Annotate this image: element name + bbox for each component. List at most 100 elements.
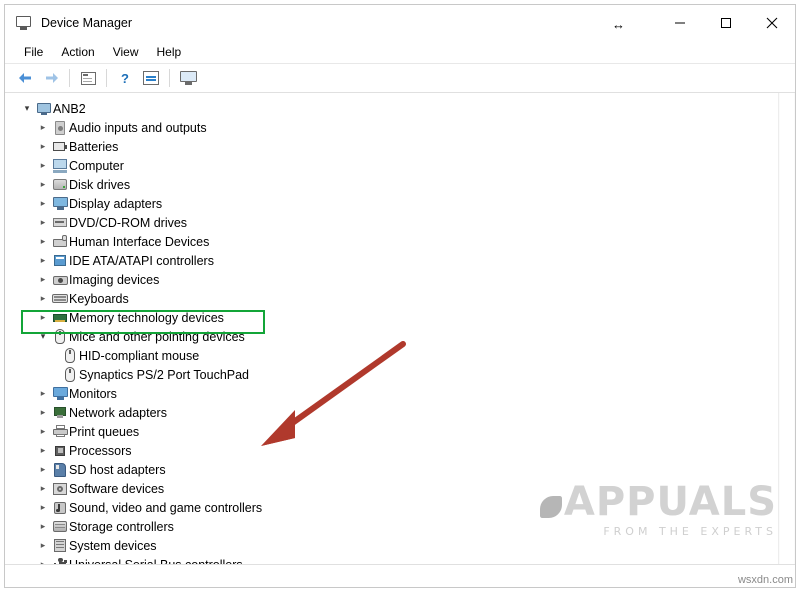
chevron-right-icon[interactable]: ▸ — [35, 218, 51, 227]
tree-node-network-adapters[interactable]: ▸ Network adapters — [19, 403, 795, 422]
tree-node-label: Software devices — [69, 482, 164, 496]
chevron-right-icon[interactable]: ▸ — [35, 560, 51, 564]
toolbar-separator — [69, 69, 70, 87]
toolbar: ? — [5, 63, 795, 93]
tree-node-universal-serial-bus-controllers[interactable]: ▸ Universal Serial Bus controllers — [19, 555, 795, 564]
properties-button[interactable] — [76, 67, 100, 89]
tree-node-label: Sound, video and game controllers — [69, 501, 262, 515]
disk-drive-icon — [51, 178, 69, 191]
tree-node-label: Memory technology devices — [69, 311, 224, 325]
chevron-right-icon[interactable]: ▸ — [35, 256, 51, 265]
chevron-right-icon[interactable]: ▸ — [35, 427, 51, 436]
chevron-right-icon[interactable]: ▸ — [35, 123, 51, 132]
tree-node-storage-controllers[interactable]: ▸ Storage controllers — [19, 517, 795, 536]
tree-node-root[interactable]: ▾ ANB2 — [19, 99, 795, 118]
device-tree-pane[interactable]: ▾ ANB2 ▸ Audio inputs and outputs ▸ Batt… — [5, 93, 795, 564]
close-button[interactable] — [749, 5, 795, 41]
back-button[interactable] — [13, 67, 37, 89]
maximize-button[interactable] — [703, 5, 749, 41]
tree-node-disk-drives[interactable]: ▸ Disk drives — [19, 175, 795, 194]
tree-node-label: Audio inputs and outputs — [69, 121, 207, 135]
forward-button[interactable] — [39, 67, 63, 89]
tree-node-hid-compliant-mouse[interactable]: HID-compliant mouse — [19, 346, 795, 365]
status-bar — [5, 564, 795, 587]
tree-node-label: Network adapters — [69, 406, 167, 420]
tree-node-sound-video-and-game-controllers[interactable]: ▸ Sound, video and game controllers — [19, 498, 795, 517]
chevron-right-icon[interactable]: ▸ — [35, 199, 51, 208]
tree-node-keyboards[interactable]: ▸ Keyboards — [19, 289, 795, 308]
chevron-right-icon[interactable]: ▸ — [35, 180, 51, 189]
chevron-down-icon[interactable]: ▾ — [35, 332, 51, 341]
tree-node-display-adapters[interactable]: ▸ Display adapters — [19, 194, 795, 213]
processor-icon — [51, 444, 69, 458]
battery-icon — [51, 141, 69, 153]
storage-controller-icon — [51, 520, 69, 533]
usb-controller-icon — [51, 558, 69, 565]
chevron-right-icon[interactable]: ▸ — [35, 465, 51, 474]
show-hidden-devices-button[interactable] — [176, 67, 200, 89]
tree-node-label: Print queues — [69, 425, 139, 439]
minimize-button[interactable] — [657, 5, 703, 41]
chevron-right-icon[interactable]: ▸ — [35, 161, 51, 170]
chevron-right-icon[interactable]: ▸ — [35, 541, 51, 550]
chevron-right-icon[interactable]: ▸ — [35, 522, 51, 531]
tree-node-human-interface-devices[interactable]: ▸ Human Interface Devices — [19, 232, 795, 251]
tree-node-batteries[interactable]: ▸ Batteries — [19, 137, 795, 156]
tree-node-label: DVD/CD-ROM drives — [69, 216, 187, 230]
scan-hardware-button[interactable] — [139, 67, 163, 89]
tree-node-label: ANB2 — [53, 102, 86, 116]
title-bar: Device Manager ↔ — [5, 5, 795, 41]
tree-node-label: IDE ATA/ATAPI controllers — [69, 254, 214, 268]
tree-node-software-devices[interactable]: ▸ Software devices — [19, 479, 795, 498]
tree-node-system-devices[interactable]: ▸ System devices — [19, 536, 795, 555]
chevron-right-icon[interactable]: ▸ — [35, 275, 51, 284]
tree-node-label: Batteries — [69, 140, 118, 154]
tree-node-dvd-cd-rom-drives[interactable]: ▸ DVD/CD-ROM drives — [19, 213, 795, 232]
monitor-icon — [15, 14, 33, 32]
chevron-right-icon[interactable]: ▸ — [35, 313, 51, 322]
tree-node-imaging-devices[interactable]: ▸ Imaging devices — [19, 270, 795, 289]
menu-item-action[interactable]: Action — [52, 43, 103, 61]
tree-node-ide-ata-atapi-controllers[interactable]: ▸ IDE ATA/ATAPI controllers — [19, 251, 795, 270]
software-device-icon — [51, 482, 69, 496]
network-adapter-icon — [51, 406, 69, 419]
display-adapter-icon — [51, 197, 69, 210]
properties-icon — [81, 72, 96, 85]
tree-node-monitors[interactable]: ▸ Monitors — [19, 384, 795, 403]
menu-item-view[interactable]: View — [104, 43, 148, 61]
tree-node-label: Monitors — [69, 387, 117, 401]
tree-node-sd-host-adapters[interactable]: ▸ SD host adapters — [19, 460, 795, 479]
tree-node-mice-and-other-pointing-devices[interactable]: ▾ Mice and other pointing devices — [19, 327, 795, 346]
window-controls — [657, 5, 795, 41]
menu-item-help[interactable]: Help — [148, 43, 191, 61]
chevron-right-icon[interactable]: ▸ — [35, 142, 51, 151]
chevron-right-icon[interactable]: ▸ — [35, 484, 51, 493]
menu-item-file[interactable]: File — [15, 43, 52, 61]
tree-node-label: System devices — [69, 539, 157, 553]
chevron-right-icon[interactable]: ▸ — [35, 237, 51, 246]
mouse-icon — [61, 367, 79, 382]
chevron-right-icon[interactable]: ▸ — [35, 503, 51, 512]
tree-node-computer[interactable]: ▸ Computer — [19, 156, 795, 175]
tree-node-processors[interactable]: ▸ Processors — [19, 441, 795, 460]
memory-icon — [51, 312, 69, 324]
chevron-right-icon[interactable]: ▸ — [35, 294, 51, 303]
tree-node-label: Universal Serial Bus controllers — [69, 558, 243, 565]
tree-node-audio-inputs-and-outputs[interactable]: ▸ Audio inputs and outputs — [19, 118, 795, 137]
monitor-small-icon — [180, 71, 197, 85]
tree-node-memory-technology-devices[interactable]: ▸ Memory technology devices — [19, 308, 795, 327]
system-device-icon — [51, 539, 69, 553]
help-button[interactable]: ? — [113, 67, 137, 89]
toolbar-separator — [106, 69, 107, 87]
tree-node-label: Human Interface Devices — [69, 235, 209, 249]
tree-node-synaptics-ps2-port-touchpad[interactable]: Synaptics PS/2 Port TouchPad — [19, 365, 795, 384]
chevron-down-icon[interactable]: ▾ — [19, 104, 35, 113]
chevron-right-icon[interactable]: ▸ — [35, 446, 51, 455]
sd-card-icon — [51, 463, 69, 477]
chevron-right-icon[interactable]: ▸ — [35, 408, 51, 417]
resize-handle-icon[interactable]: ↔ — [612, 18, 625, 31]
tree-node-print-queues[interactable]: ▸ Print queues — [19, 422, 795, 441]
chevron-right-icon[interactable]: ▸ — [35, 389, 51, 398]
ide-controller-icon — [51, 254, 69, 267]
speaker-icon — [51, 121, 69, 135]
